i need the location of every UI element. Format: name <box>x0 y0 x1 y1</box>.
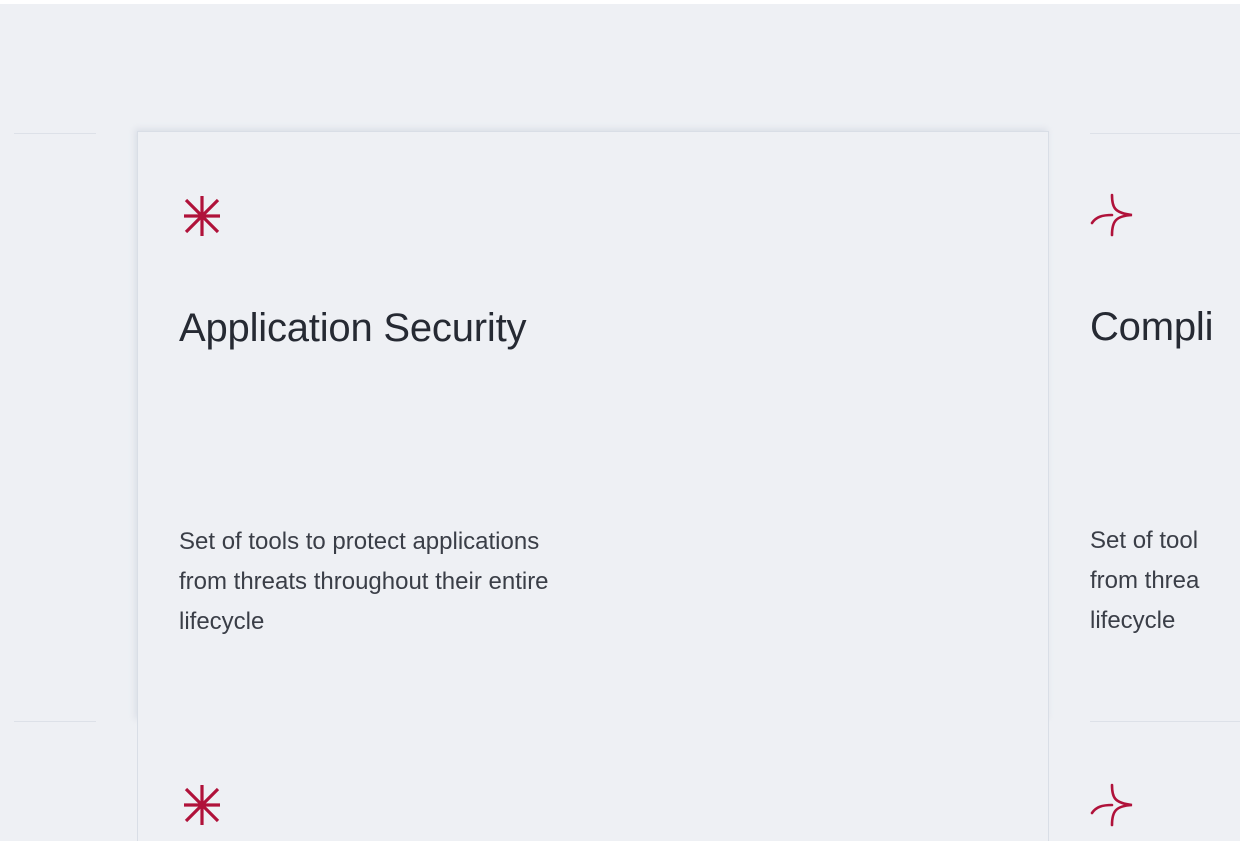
services-section: Application Security Set of tools to pro… <box>0 0 1240 841</box>
left-card-top-divider <box>14 133 96 134</box>
left-card-bottom-divider <box>14 721 96 722</box>
card-description-line: from threats throughout their entire <box>179 568 549 595</box>
service-card-application-security[interactable]: Application Security Set of tools to pro… <box>137 131 1049 721</box>
card-description: Set of tool from threa lifecycle <box>1090 521 1199 641</box>
card-description-line: Set of tools to protect applications <box>179 528 540 555</box>
card-title: Application Security <box>179 306 527 350</box>
service-card-compliance[interactable]: Compli Set of tool from threa lifecycle <box>1090 131 1240 721</box>
service-card-next[interactable] <box>137 721 1049 841</box>
asterisk-icon <box>180 194 224 238</box>
sparkle-icon <box>1090 783 1134 827</box>
card-description-line: lifecycle <box>1090 607 1176 634</box>
card-description-line: Set of tool <box>1090 527 1199 554</box>
card-title: Compli <box>1090 305 1214 349</box>
service-card-next-right[interactable] <box>1090 721 1240 841</box>
card-description-line: lifecycle <box>179 608 265 635</box>
card-description-line: from threa <box>1090 567 1200 594</box>
sparkle-icon <box>1090 193 1134 237</box>
asterisk-icon <box>180 783 224 827</box>
top-strip <box>0 0 1240 4</box>
card-description: Set of tools to protect applications fro… <box>179 522 549 642</box>
